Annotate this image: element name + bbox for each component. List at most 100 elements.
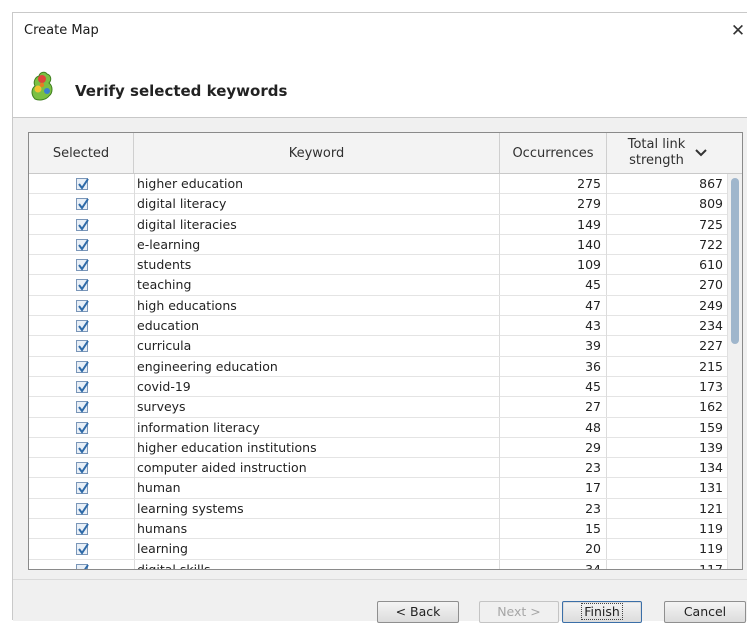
occurrences-cell: 43 — [500, 316, 607, 337]
selected-cell — [29, 255, 135, 276]
sort-descending-icon — [694, 149, 707, 157]
column-header-occurrences[interactable]: Occurrences — [500, 133, 607, 173]
table-row[interactable]: digital skills 34 117 — [29, 559, 728, 569]
checkmark-icon — [77, 381, 89, 393]
keyword-checkbox[interactable] — [75, 401, 89, 414]
total-link-strength-cell: 227 — [699, 338, 723, 354]
total-link-strength-cell: 131 — [699, 480, 723, 496]
keyword-checkbox[interactable] — [75, 563, 89, 569]
table-row[interactable]: computer aided instruction 23 134 — [29, 458, 728, 479]
selected-cell — [29, 539, 135, 560]
vosviewer-map-icon — [27, 69, 57, 103]
keyword-checkbox[interactable] — [75, 523, 89, 536]
table-row[interactable]: learning systems 23 121 — [29, 498, 728, 520]
occurrences-cell: 39 — [500, 336, 607, 357]
keyword-cell: learning — [134, 539, 500, 560]
occurrences-cell: 20 — [500, 539, 607, 560]
table-row[interactable]: surveys 27 162 — [29, 397, 728, 418]
keyword-checkbox[interactable] — [75, 198, 89, 211]
occurrences-cell: 36 — [500, 356, 607, 377]
selected-cell — [29, 458, 135, 479]
wizard-header: Verify selected keywords — [13, 49, 747, 117]
next-button[interactable]: Next > — [479, 601, 559, 623]
wizard-footer: < Back Next > Finish Cancel — [13, 579, 747, 623]
total-link-strength-cell: 215 — [699, 358, 723, 374]
finish-button[interactable]: Finish — [562, 601, 642, 623]
table-row[interactable]: higher education 275 867 — [29, 174, 728, 195]
keyword-cell: human — [134, 478, 500, 499]
checkmark-icon — [77, 462, 89, 474]
table-row[interactable]: human 17 131 — [29, 478, 728, 499]
checkmark-icon — [77, 543, 89, 556]
table-row[interactable]: covid-19 45 173 — [29, 376, 728, 398]
checkmark-icon — [77, 401, 89, 413]
cancel-button[interactable]: Cancel — [664, 601, 746, 623]
keyword-cell: higher education institutions — [134, 437, 500, 458]
checkmark-icon — [77, 482, 89, 495]
table-row[interactable]: students 109 610 — [29, 255, 728, 276]
back-button[interactable]: < Back — [377, 601, 459, 623]
column-header-label: Keyword — [288, 145, 345, 161]
checkmark-icon — [77, 300, 89, 312]
total-link-strength-cell: 139 — [699, 439, 723, 455]
selected-cell — [29, 194, 135, 215]
checkmark-icon — [77, 219, 89, 231]
selected-cell — [29, 498, 135, 519]
table-row[interactable]: learning 20 119 — [29, 539, 728, 560]
table-row[interactable]: information literacy 48 159 — [29, 417, 728, 438]
keyword-checkbox[interactable] — [75, 421, 89, 434]
table-row[interactable]: teaching 45 270 — [29, 275, 728, 296]
title-bar: Create Map ✕ — [13, 13, 747, 49]
table-row[interactable]: humans 15 119 — [29, 519, 728, 540]
table-row[interactable]: engineering education 36 215 — [29, 356, 728, 377]
occurrences-cell: 34 — [500, 559, 607, 569]
keyword-checkbox[interactable] — [75, 441, 89, 454]
close-icon[interactable]: ✕ — [728, 21, 747, 41]
vertical-scrollbar[interactable] — [727, 174, 742, 569]
keyword-checkbox[interactable] — [75, 380, 89, 393]
total-link-strength-cell: 722 — [699, 236, 723, 252]
selected-cell — [29, 376, 135, 397]
selected-cell — [29, 174, 135, 194]
keyword-checkbox[interactable] — [75, 279, 89, 292]
table-row[interactable]: digital literacies 149 725 — [29, 214, 728, 235]
keyword-checkbox[interactable] — [75, 482, 89, 495]
keyword-checkbox[interactable] — [75, 178, 89, 190]
keyword-checkbox[interactable] — [75, 543, 89, 556]
keyword-checkbox[interactable] — [75, 462, 89, 475]
keyword-checkbox[interactable] — [75, 259, 89, 272]
checkmark-icon — [77, 320, 89, 332]
occurrences-cell: 15 — [500, 519, 607, 540]
checkmark-icon — [77, 259, 89, 271]
table-row[interactable]: high educations 47 249 — [29, 295, 728, 317]
keyword-checkbox[interactable] — [75, 320, 89, 333]
keyword-cell: covid-19 — [134, 376, 500, 397]
column-header-total-link-strength[interactable]: Total link strength — [607, 133, 724, 173]
keyword-checkbox[interactable] — [75, 502, 89, 515]
table-row[interactable]: digital literacy 279 809 — [29, 194, 728, 215]
keyword-checkbox[interactable] — [75, 218, 89, 231]
selected-cell — [29, 214, 135, 235]
column-header-selected[interactable]: Selected — [29, 133, 134, 173]
checkmark-icon — [77, 178, 89, 190]
column-header-keyword[interactable]: Keyword — [134, 133, 500, 173]
keyword-cell: digital literacy — [134, 194, 500, 215]
occurrences-cell: 109 — [500, 255, 607, 276]
keyword-checkbox[interactable] — [75, 360, 89, 373]
table-row[interactable]: education 43 234 — [29, 316, 728, 337]
finish-button-label: Finish — [581, 603, 623, 620]
total-link-strength-cell: 121 — [699, 500, 723, 516]
page-title: Verify selected keywords — [75, 82, 288, 100]
occurrences-cell: 23 — [500, 458, 607, 479]
content-panel: Selected Keyword Occurrences Total link … — [13, 118, 747, 579]
selected-cell — [29, 417, 135, 438]
keyword-checkbox[interactable] — [75, 238, 89, 251]
keyword-checkbox[interactable] — [75, 299, 89, 312]
table-row[interactable]: higher education institutions 29 139 — [29, 437, 728, 459]
table-row[interactable]: curricula 39 227 — [29, 336, 728, 357]
scrollbar-thumb[interactable] — [731, 178, 739, 344]
checkmark-icon — [77, 422, 89, 434]
table-row[interactable]: e-learning 140 722 — [29, 234, 728, 256]
selected-cell — [29, 275, 135, 296]
keyword-checkbox[interactable] — [75, 340, 89, 353]
